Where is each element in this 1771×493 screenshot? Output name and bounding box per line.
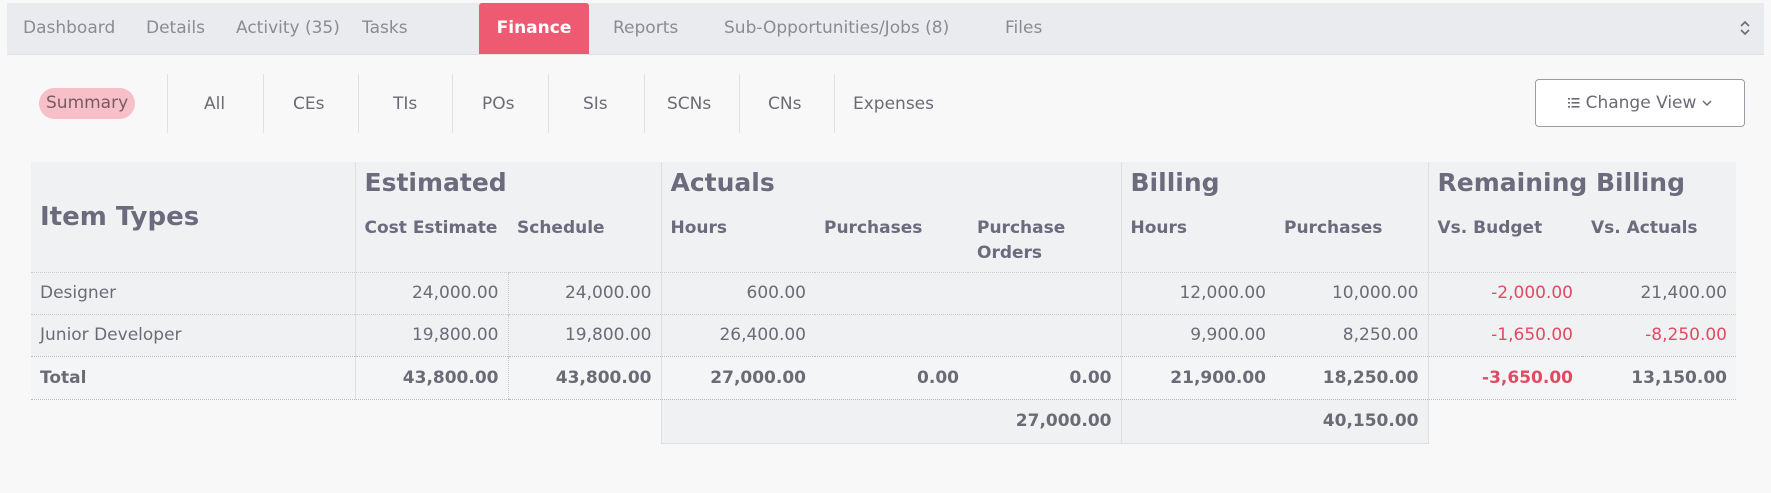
change-view-button[interactable]: Change View xyxy=(1535,79,1745,127)
total-purchase-orders: 0.00 xyxy=(968,355,1121,400)
actuals-grand-total: 27,000.00 xyxy=(660,399,1121,444)
subtab-all[interactable]: All xyxy=(204,84,225,124)
total-vs-actuals: 13,150.00 xyxy=(1582,355,1736,400)
finance-summary-table: Item Types Estimated Actuals Billing Rem… xyxy=(31,162,1736,444)
vs-budget-cell: -2,000.00 xyxy=(1427,271,1582,314)
billing-purchases-header: Purchases xyxy=(1275,210,1428,272)
total-billing-hours: 21,900.00 xyxy=(1120,355,1275,400)
actuals-purchases-cell xyxy=(815,313,968,356)
total-cost-estimate: 43,800.00 xyxy=(354,355,508,400)
grand-total-row: 27,000.00 40,150.00 xyxy=(31,399,1736,444)
actuals-purchases-cell xyxy=(815,271,968,314)
tab-details[interactable]: Details xyxy=(146,3,205,54)
subtab-pos[interactable]: POs xyxy=(482,84,515,124)
cost-estimate-header: Cost Estimate xyxy=(354,210,508,272)
tab-files[interactable]: Files xyxy=(1005,3,1042,54)
subtab-ces[interactable]: CEs xyxy=(293,84,324,124)
billing-hours-header: Hours xyxy=(1120,210,1275,272)
list-icon xyxy=(1567,98,1580,108)
purchase-orders-cell xyxy=(968,313,1121,356)
actuals-purchases-header: Purchases xyxy=(815,210,968,272)
vs-budget-cell: -1,650.00 xyxy=(1427,313,1582,356)
divider xyxy=(548,74,549,133)
cost-estimate-cell: 19,800.00 xyxy=(354,313,508,356)
schedule-header: Schedule xyxy=(508,210,661,272)
tab-finance[interactable]: Finance xyxy=(479,3,589,54)
total-schedule: 43,800.00 xyxy=(507,355,661,400)
total-vs-budget: -3,650.00 xyxy=(1427,355,1582,400)
divider xyxy=(644,74,645,133)
billing-hours-cell: 12,000.00 xyxy=(1120,271,1275,314)
schedule-cell: 19,800.00 xyxy=(507,313,661,356)
subtab-expenses[interactable]: Expenses xyxy=(853,84,934,124)
billing-group-header: Billing xyxy=(1120,162,1428,210)
divider xyxy=(358,74,359,133)
total-billing-purchases: 18,250.00 xyxy=(1275,355,1428,400)
billing-hours-cell: 9,900.00 xyxy=(1120,313,1275,356)
vs-actuals-header: Vs. Actuals xyxy=(1582,210,1736,272)
divider xyxy=(167,74,168,133)
item-type-cell: Junior Developer xyxy=(31,313,355,356)
top-tab-bar: Dashboard Details Activity (35) Tasks Fi… xyxy=(7,3,1764,55)
table-row: Junior Developer 19,800.00 19,800.00 26,… xyxy=(31,313,1736,356)
estimated-group-header: Estimated xyxy=(354,162,661,210)
tab-tasks[interactable]: Tasks xyxy=(362,3,408,54)
schedule-cell: 24,000.00 xyxy=(507,271,661,314)
divider xyxy=(739,74,740,133)
tab-sub-opportunities[interactable]: Sub-Opportunities/Jobs (8) xyxy=(724,3,949,54)
actuals-hours-cell: 600.00 xyxy=(660,271,815,314)
subtab-sis[interactable]: SIs xyxy=(583,84,608,124)
vs-budget-header: Vs. Budget xyxy=(1427,210,1582,272)
collapse-icon[interactable] xyxy=(1738,19,1752,37)
total-actuals-hours: 27,000.00 xyxy=(660,355,815,400)
item-types-header: Item Types xyxy=(31,162,355,272)
vs-actuals-cell: 21,400.00 xyxy=(1582,271,1736,314)
item-type-cell: Designer xyxy=(31,271,355,314)
subtab-cns[interactable]: CNs xyxy=(768,84,801,124)
actuals-hours-header: Hours xyxy=(660,210,815,272)
remaining-billing-group-header: Remaining Billing xyxy=(1427,162,1736,210)
cost-estimate-cell: 24,000.00 xyxy=(354,271,508,314)
billing-purchases-cell: 10,000.00 xyxy=(1275,271,1428,314)
tab-activity[interactable]: Activity (35) xyxy=(236,3,340,54)
total-row: Total 43,800.00 43,800.00 27,000.00 0.00… xyxy=(31,355,1736,400)
tab-dashboard[interactable]: Dashboard xyxy=(23,3,115,54)
tab-reports[interactable]: Reports xyxy=(613,3,678,54)
purchase-orders-header: Purchase Orders xyxy=(968,210,1121,272)
purchase-orders-cell xyxy=(968,271,1121,314)
divider xyxy=(834,74,835,133)
change-view-label: Change View xyxy=(1585,93,1697,113)
divider xyxy=(263,74,264,133)
table-row: Designer 24,000.00 24,000.00 600.00 12,0… xyxy=(31,271,1736,314)
chevron-down-icon xyxy=(1702,100,1712,107)
subtab-summary[interactable]: Summary xyxy=(39,88,136,119)
subtab-tis[interactable]: TIs xyxy=(393,84,417,124)
billing-grand-total: 40,150.00 xyxy=(1120,399,1428,444)
subtab-scns[interactable]: SCNs xyxy=(667,84,711,124)
total-label: Total xyxy=(31,355,355,400)
actuals-hours-cell: 26,400.00 xyxy=(660,313,815,356)
vs-actuals-cell: -8,250.00 xyxy=(1582,313,1736,356)
billing-purchases-cell: 8,250.00 xyxy=(1275,313,1428,356)
divider xyxy=(452,74,453,133)
actuals-group-header: Actuals xyxy=(660,162,1121,210)
total-actuals-purchases: 0.00 xyxy=(815,355,968,400)
